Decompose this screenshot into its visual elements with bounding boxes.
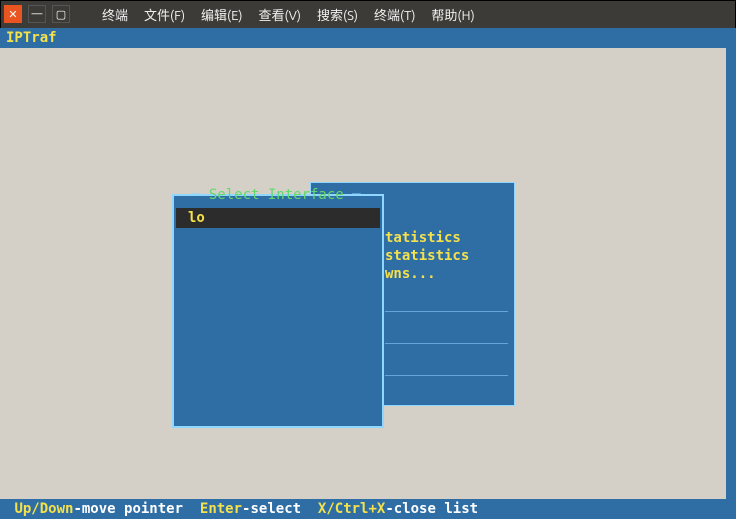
menu-view[interactable]: 查看(V) [251, 5, 309, 24]
menu-edit[interactable]: 编辑(E) [193, 5, 250, 24]
terminal-canvas: tatistics statistics wns... ─ Select Int… [0, 48, 726, 499]
hint-text: -select [242, 501, 318, 517]
menu-terminal-word[interactable]: 终端 [94, 5, 136, 24]
app-title: IPTraf [0, 28, 736, 48]
window-titlebar: ✕ — ▢ 终端 文件(F) 编辑(E) 查看(V) 搜索(S) 终端(T) 帮… [0, 0, 736, 28]
divider [385, 375, 508, 376]
minimize-icon[interactable]: — [28, 5, 46, 23]
menu-search[interactable]: 搜索(S) [309, 5, 366, 24]
terminal-area: IPTraf tatistics statistics wns... ─ Sel… [0, 28, 736, 519]
menu-terminal[interactable]: 终端(T) [366, 5, 423, 24]
menu-file[interactable]: 文件(F) [136, 5, 193, 24]
divider [385, 311, 508, 312]
menu-fragment: tatistics [385, 229, 461, 247]
status-bar: Up/Down -move pointer Enter -select X/Ct… [0, 499, 736, 519]
interface-list[interactable]: lo [176, 208, 380, 228]
menu-help[interactable]: 帮助(H) [423, 5, 482, 24]
hint-key: Enter [200, 501, 242, 517]
close-icon[interactable]: ✕ [4, 5, 22, 23]
hint-text: -close list [385, 501, 478, 517]
divider [385, 343, 508, 344]
menu-bar: 终端 文件(F) 编辑(E) 查看(V) 搜索(S) 终端(T) 帮助(H) [94, 5, 483, 24]
scrollbar[interactable] [726, 48, 736, 499]
dialog-title: ─ Select Interface ─ [190, 186, 363, 204]
select-interface-dialog: ─ Select Interface ─ lo [172, 194, 384, 428]
hint-text: -move pointer [73, 501, 199, 517]
menu-fragment: wns... [385, 265, 436, 283]
menu-fragment: statistics [385, 247, 469, 265]
hint-key: Up/Down [14, 501, 73, 517]
maximize-icon[interactable]: ▢ [52, 5, 70, 23]
hint-key: X/Ctrl+X [318, 501, 385, 517]
list-item[interactable]: lo [176, 208, 380, 228]
